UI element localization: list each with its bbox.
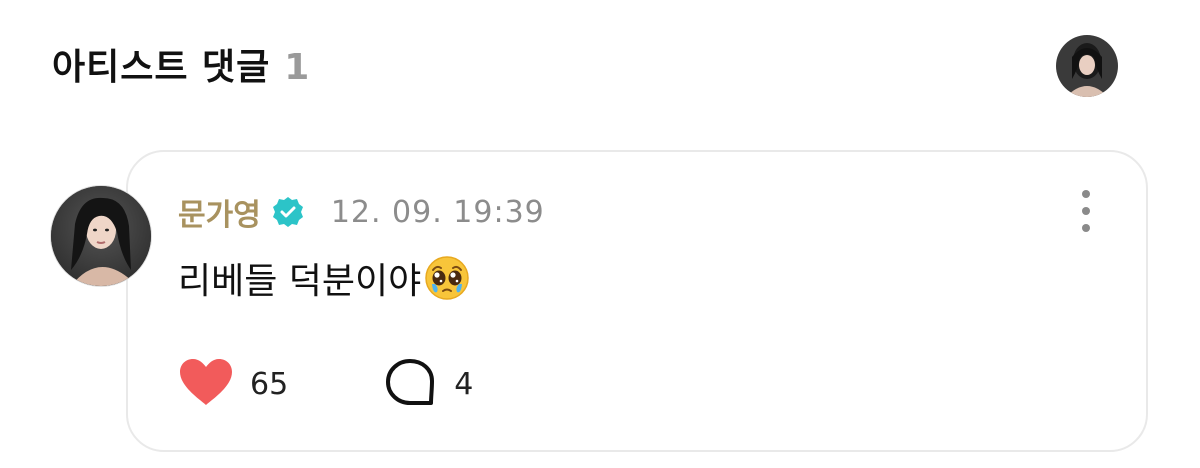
comment-count: 1	[284, 47, 310, 88]
comment-bubble-icon	[384, 357, 436, 411]
more-options-button[interactable]	[1074, 190, 1098, 232]
artist-avatar[interactable]	[1056, 35, 1118, 97]
comment-meta: 문가영 12. 09. 19:39	[178, 190, 545, 234]
comment-text: 리베들 덕분이야	[178, 261, 422, 302]
heart-icon	[178, 357, 234, 411]
comment-body: 리베들 덕분이야	[178, 252, 471, 304]
like-count: 65	[250, 366, 289, 402]
artist-comments-page: 아티스트 댓글 1 문가영 12. 09. 19:39 리베들 덕분이야 65 …	[0, 0, 1200, 468]
comment-timestamp: 12. 09. 19:39	[330, 194, 545, 230]
comment-actions: 65 4	[178, 356, 473, 412]
author-avatar[interactable]	[50, 185, 152, 287]
pleading-face-emoji	[423, 254, 471, 302]
section-title: 아티스트 댓글	[52, 47, 271, 88]
more-vertical-icon	[1082, 190, 1090, 198]
section-header: 아티스트 댓글 1	[52, 38, 309, 90]
reply-count: 4	[454, 366, 474, 402]
like-button[interactable]: 65	[178, 357, 288, 411]
verified-badge-icon	[271, 195, 305, 229]
author-name[interactable]: 문가영	[178, 190, 261, 234]
reply-button[interactable]: 4	[384, 357, 473, 411]
